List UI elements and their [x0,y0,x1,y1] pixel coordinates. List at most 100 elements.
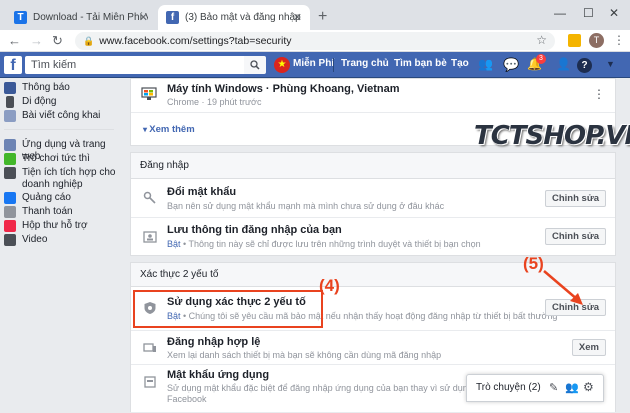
edit-save-login-button[interactable]: Chỉnh sửa [545,228,606,245]
sidebar-item-label: Trò chơi tức thì [22,153,90,164]
window-close-icon[interactable]: ✕ [609,6,619,20]
browser-tab-download[interactable]: T Download - Tải Miễn Phí VN - Phầ ✕ [6,5,156,30]
row-title: Đăng nhập hợp lệ [167,336,261,348]
search-input[interactable]: Tìm kiếm [25,56,265,74]
games-icon [4,153,16,165]
windows-desktop-icon [141,87,157,100]
browser-toolbar: ← → ↻ 🔒 www.facebook.com/settings?tab=se… [0,30,630,52]
browser-tab-facebook[interactable]: f (3) Bảo mật và đăng nhập ✕ [158,5,310,30]
search-icon [250,60,260,70]
facebook-header: f Tìm kiếm ★ Miễn Phí Trang chủ Tìm bạn … [0,52,630,78]
device-description: Chrome · 19 phút trước [167,97,262,107]
sidebar-item-label: Tiện ích tích hợp cho doanh nghiệp [22,167,116,190]
sidebar-item-label: Bài viết công khai [22,110,101,121]
chat-settings-gear-icon[interactable]: ⚙ [583,380,594,394]
minimize-icon[interactable]: — [554,6,566,20]
payments-icon [4,206,16,218]
see-more-link[interactable]: ▾ Xem thêm [143,124,195,135]
device-title: Máy tính Windows · Phùng Khoang, Vietnam [167,83,400,95]
sidebar-item-support-inbox[interactable]: Hộp thư hỗ trợ [4,220,88,232]
change-password-row: Đổi mật khẩu Bạn nên sử dụng mật khẩu mạ… [131,179,615,218]
row-title: Mật khẩu ứng dụng [167,369,270,381]
help-icon[interactable]: ? [577,58,592,73]
highlight-box [133,290,323,328]
reload-icon[interactable]: ↻ [52,33,63,49]
view-authorized-logins-button[interactable]: Xem [571,339,606,356]
section-header: Đăng nhập [131,153,615,179]
create-group-icon[interactable]: 👥 [565,381,579,394]
back-arrow-icon[interactable]: ← [8,33,21,48]
more-options-icon[interactable]: ⋮ [593,87,605,101]
divider [4,129,114,130]
row-description-continued: Facebook [167,394,207,404]
sidebar-item-label: Quảng cáo [22,192,71,203]
account-menu-dropdown-icon[interactable]: ▼ [606,59,615,69]
chat-bar[interactable]: Trò chuyện (2) ✎ 👥 ⚙ [466,374,604,402]
lock-icon: 🔒 [83,35,95,46]
menu-kebab-icon[interactable]: ⋮ [613,33,625,47]
sidebar-item-mobile[interactable]: Di động [4,96,56,108]
tab-title: Download - Tải Miễn Phí VN - Phầ [33,12,148,23]
new-tab-button[interactable]: + [318,8,327,26]
profile-avatar-icon[interactable]: T [589,33,604,48]
sidebar-item-label: Hộp thư hỗ trợ [22,220,88,231]
authorized-devices-icon [143,343,156,352]
friend-requests-icon[interactable]: 👥 [478,57,493,71]
close-icon[interactable]: ✕ [293,11,302,24]
row-title: Đổi mật khẩu [167,186,237,198]
quick-help-icon[interactable]: 👤 [556,57,571,71]
mobile-icon [6,96,14,108]
saved-login-icon [143,231,157,243]
status-on: Bật [167,239,181,249]
extension-icon[interactable] [568,34,581,47]
save-login-row: Lưu thông tin đăng nhập của bạn Bật • Th… [131,218,615,256]
settings-sidebar: Thông báo Di động Bài viết công khai Ứng… [0,78,120,410]
sidebar-item-label: Thanh toán [22,206,73,217]
sidebar-item-notifications[interactable]: Thông báo [4,82,70,94]
row-description: Xem lại danh sách thiết bị mà bạn sẽ khô… [167,350,442,360]
globe-icon [4,82,16,94]
avatar[interactable]: ★ [274,57,290,73]
row-description: Bạn nên sử dụng mật khẩu mạnh mà mình ch… [167,201,445,211]
search-button[interactable] [244,56,266,74]
sidebar-item-instant-games[interactable]: Trò chơi tức thì [4,153,90,165]
url-text: www.facebook.com/settings?tab=security [99,35,292,47]
sidebar-item-public-posts[interactable]: Bài viết công khai [4,110,100,122]
video-icon [4,234,16,246]
sidebar-item-label: Thông báo [22,82,70,93]
nav-home[interactable]: Trang chủ [341,58,389,69]
arrow-annotation-icon [543,270,583,305]
messenger-icon[interactable]: 💬 [503,57,519,73]
watermark-logo: TCTSHOP.VN [474,121,630,151]
sidebar-item-label: Di động [22,96,57,107]
t-favicon-icon: T [14,11,27,24]
authorized-logins-row: Đăng nhập hợp lệ Xem lại danh sách thiết… [131,331,615,365]
tab-title: (3) Bảo mật và đăng nhập [185,12,301,23]
nav-find-friends[interactable]: Tìm bạn bè [394,58,447,69]
ads-icon [4,192,16,204]
edit-password-button[interactable]: Chỉnh sửa [545,190,606,207]
address-bar[interactable]: 🔒 www.facebook.com/settings?tab=security… [75,32,555,50]
public-posts-icon [4,110,16,122]
business-icon [4,167,16,179]
divider [333,58,334,72]
browser-tab-strip: T Download - Tải Miễn Phí VN - Phầ ✕ f (… [0,0,630,30]
chat-label: Trò chuyện (2) [476,382,541,393]
facebook-logo-icon[interactable]: f [4,56,22,74]
sidebar-item-video[interactable]: Video [4,234,47,246]
step-4-label: (4) [319,276,340,295]
maximize-icon[interactable]: ☐ [583,6,594,20]
login-section: Đăng nhập Đổi mật khẩu Bạn nên sử dụng m… [130,152,616,256]
key-icon [143,191,156,204]
bookmark-star-icon[interactable]: ☆ [536,33,547,47]
sidebar-item-ads[interactable]: Quảng cáo [4,192,71,204]
sidebar-item-business-integrations[interactable]: Tiện ích tích hợp cho doanh nghiệp [4,167,120,191]
nav-create[interactable]: Tạo [451,58,469,69]
forward-arrow-icon[interactable]: → [30,33,43,48]
new-message-icon[interactable]: ✎ [549,381,558,394]
sidebar-item-payments[interactable]: Thanh toán [4,206,73,218]
close-icon[interactable]: ✕ [139,11,148,24]
see-more-label: Xem thêm [149,124,195,135]
profile-name-link[interactable]: Miễn Phí [293,58,334,69]
notification-badge: 3 [536,54,546,64]
